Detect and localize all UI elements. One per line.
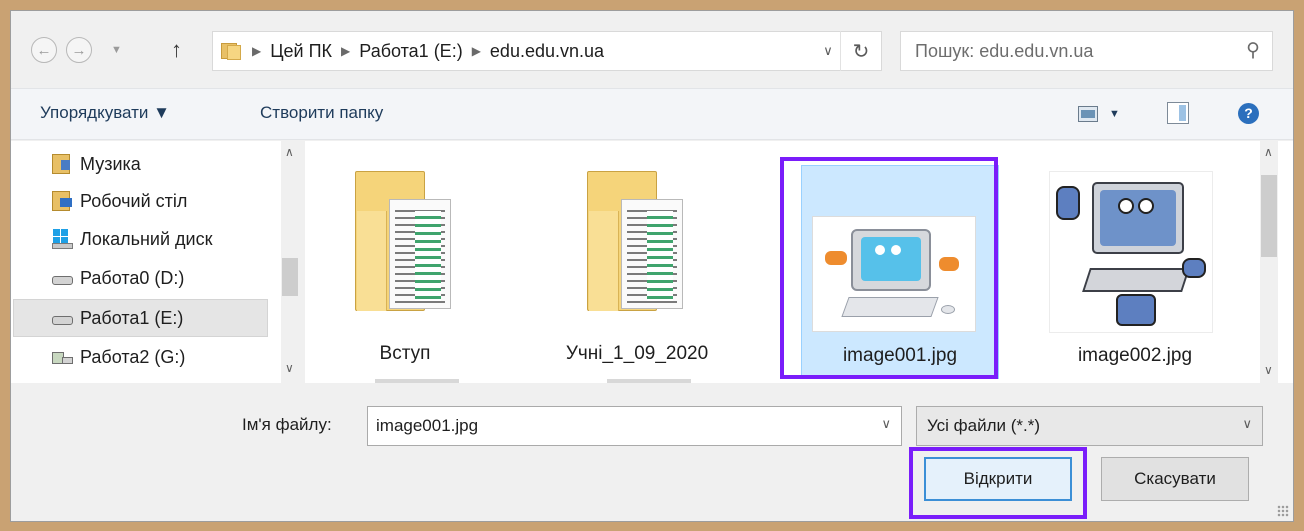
folder-icon bbox=[587, 171, 693, 313]
windows-drive-icon bbox=[52, 229, 74, 249]
file-name: Учні_1_09_2020 bbox=[565, 343, 709, 364]
scroll-up-icon[interactable]: ∧ bbox=[285, 145, 294, 159]
nav-item-label: Работа1 (E:) bbox=[80, 307, 184, 328]
file-type-value: Усі файли (*.*) bbox=[927, 416, 1041, 435]
command-toolbar: Упорядкувати ▼ Створити папку ▼ ? bbox=[11, 88, 1293, 140]
cancel-button[interactable]: Скасувати bbox=[1101, 457, 1249, 501]
resize-grip-icon[interactable] bbox=[1277, 505, 1289, 517]
nav-item-label: Робочий стіл bbox=[80, 190, 188, 211]
folder-icon bbox=[355, 171, 461, 313]
breadcrumb-current-folder[interactable]: edu.edu.vn.ua bbox=[490, 41, 604, 62]
view-mode-icon[interactable] bbox=[1078, 106, 1098, 122]
back-icon[interactable]: ← bbox=[31, 37, 57, 63]
row-hint bbox=[607, 379, 691, 383]
nav-item-label: Работа2 (G:) bbox=[80, 346, 186, 367]
search-icon[interactable]: ⚲ bbox=[1246, 39, 1260, 62]
breadcrumb-this-pc[interactable]: Цей ПК bbox=[270, 41, 332, 62]
network-drive-icon bbox=[52, 347, 74, 367]
new-folder-button[interactable]: Створити папку bbox=[260, 103, 383, 123]
file-name: Вступ bbox=[379, 343, 431, 364]
nav-item-desktop[interactable]: Робочий стіл bbox=[11, 182, 283, 220]
scroll-down-icon[interactable]: ∨ bbox=[1264, 363, 1273, 377]
preview-pane-icon[interactable] bbox=[1167, 102, 1189, 124]
up-arrow-icon[interactable]: ↑ bbox=[171, 37, 182, 63]
drive-icon bbox=[52, 308, 74, 328]
refresh-icon[interactable]: ↻ bbox=[841, 39, 881, 64]
breadcrumb-separator-icon[interactable]: ▶ bbox=[472, 44, 481, 58]
open-file-dialog: ← → ▼ ↑ ▶ Цей ПК ▶ Работа1 (E:) ▶ edu.ed… bbox=[10, 10, 1294, 522]
help-icon[interactable]: ? bbox=[1238, 103, 1259, 124]
nav-item-music[interactable]: Музика bbox=[11, 145, 283, 183]
file-name: image001.jpg bbox=[842, 345, 958, 366]
computer-mascot-icon bbox=[1092, 182, 1184, 254]
scroll-up-icon[interactable]: ∧ bbox=[1264, 145, 1273, 159]
file-tile[interactable]: Учні_1_09_2020 bbox=[537, 151, 737, 377]
file-tile[interactable]: Вступ bbox=[305, 151, 505, 377]
recent-locations-chevron-icon[interactable]: ▼ bbox=[111, 44, 122, 56]
nav-item-label: Локальний диск bbox=[80, 228, 213, 249]
file-list: Вступ Учні_1_09_2020 image001.jpg image0… bbox=[305, 141, 1293, 383]
drive-icon bbox=[52, 268, 74, 288]
nav-item-label: Работа0 (D:) bbox=[80, 267, 185, 288]
nav-item-local-disk[interactable]: Локальний диск bbox=[11, 220, 283, 258]
file-tile[interactable]: image002.jpg bbox=[1035, 165, 1235, 383]
nav-item-drive-g[interactable]: Работа2 (G:) bbox=[11, 338, 283, 376]
file-type-select[interactable]: Усі файли (*.*) ∨ bbox=[916, 406, 1263, 446]
navigation-pane: Музика Робочий стіл Локальний диск Работ… bbox=[11, 141, 299, 383]
file-list-scrollbar[interactable]: ∧ ∨ bbox=[1260, 141, 1278, 383]
breadcrumb-separator-icon[interactable]: ▶ bbox=[341, 44, 350, 58]
music-folder-icon bbox=[52, 154, 74, 174]
row-hint bbox=[375, 379, 459, 383]
breadcrumb-separator-icon[interactable]: ▶ bbox=[252, 44, 261, 58]
chevron-down-icon[interactable]: ∨ bbox=[1242, 416, 1252, 432]
folder-icon bbox=[221, 41, 243, 61]
nav-item-drive-e[interactable]: Работа1 (E:) bbox=[13, 299, 268, 337]
file-name: image002.jpg bbox=[1077, 345, 1193, 366]
nav-item-drive-d[interactable]: Работа0 (D:) bbox=[11, 259, 283, 297]
nav-scrollbar[interactable]: ∧ ∨ bbox=[281, 141, 299, 383]
address-bar[interactable]: ▶ Цей ПК ▶ Работа1 (E:) ▶ edu.edu.vn.ua … bbox=[212, 31, 882, 71]
view-options-chevron-icon[interactable]: ▼ bbox=[1109, 108, 1120, 120]
forward-icon[interactable]: → bbox=[66, 37, 92, 63]
scroll-down-icon[interactable]: ∨ bbox=[285, 361, 294, 375]
desktop-folder-icon bbox=[52, 191, 74, 211]
nav-scroll-thumb[interactable] bbox=[282, 258, 298, 296]
filename-combobox[interactable]: ∨ bbox=[367, 406, 902, 446]
file-tile-selected[interactable]: image001.jpg bbox=[801, 165, 999, 379]
organize-button[interactable]: Упорядкувати ▼ bbox=[40, 103, 170, 123]
nav-item-label: Музика bbox=[80, 153, 141, 174]
computer-mascot-icon bbox=[851, 229, 931, 291]
filename-label: Ім'я файлу: bbox=[242, 415, 332, 434]
image-thumbnail bbox=[812, 216, 976, 332]
search-input[interactable] bbox=[915, 32, 1225, 70]
filename-input[interactable] bbox=[376, 407, 846, 445]
file-list-scroll-thumb[interactable] bbox=[1261, 175, 1277, 257]
image-thumbnail bbox=[1049, 171, 1213, 333]
search-box[interactable]: ⚲ bbox=[900, 31, 1273, 71]
address-dropdown-chevron-icon[interactable]: ∨ bbox=[816, 43, 840, 59]
open-button[interactable]: Відкрити bbox=[924, 457, 1072, 501]
breadcrumb-drive-e[interactable]: Работа1 (E:) bbox=[359, 41, 462, 62]
chevron-down-icon[interactable]: ∨ bbox=[881, 416, 891, 432]
